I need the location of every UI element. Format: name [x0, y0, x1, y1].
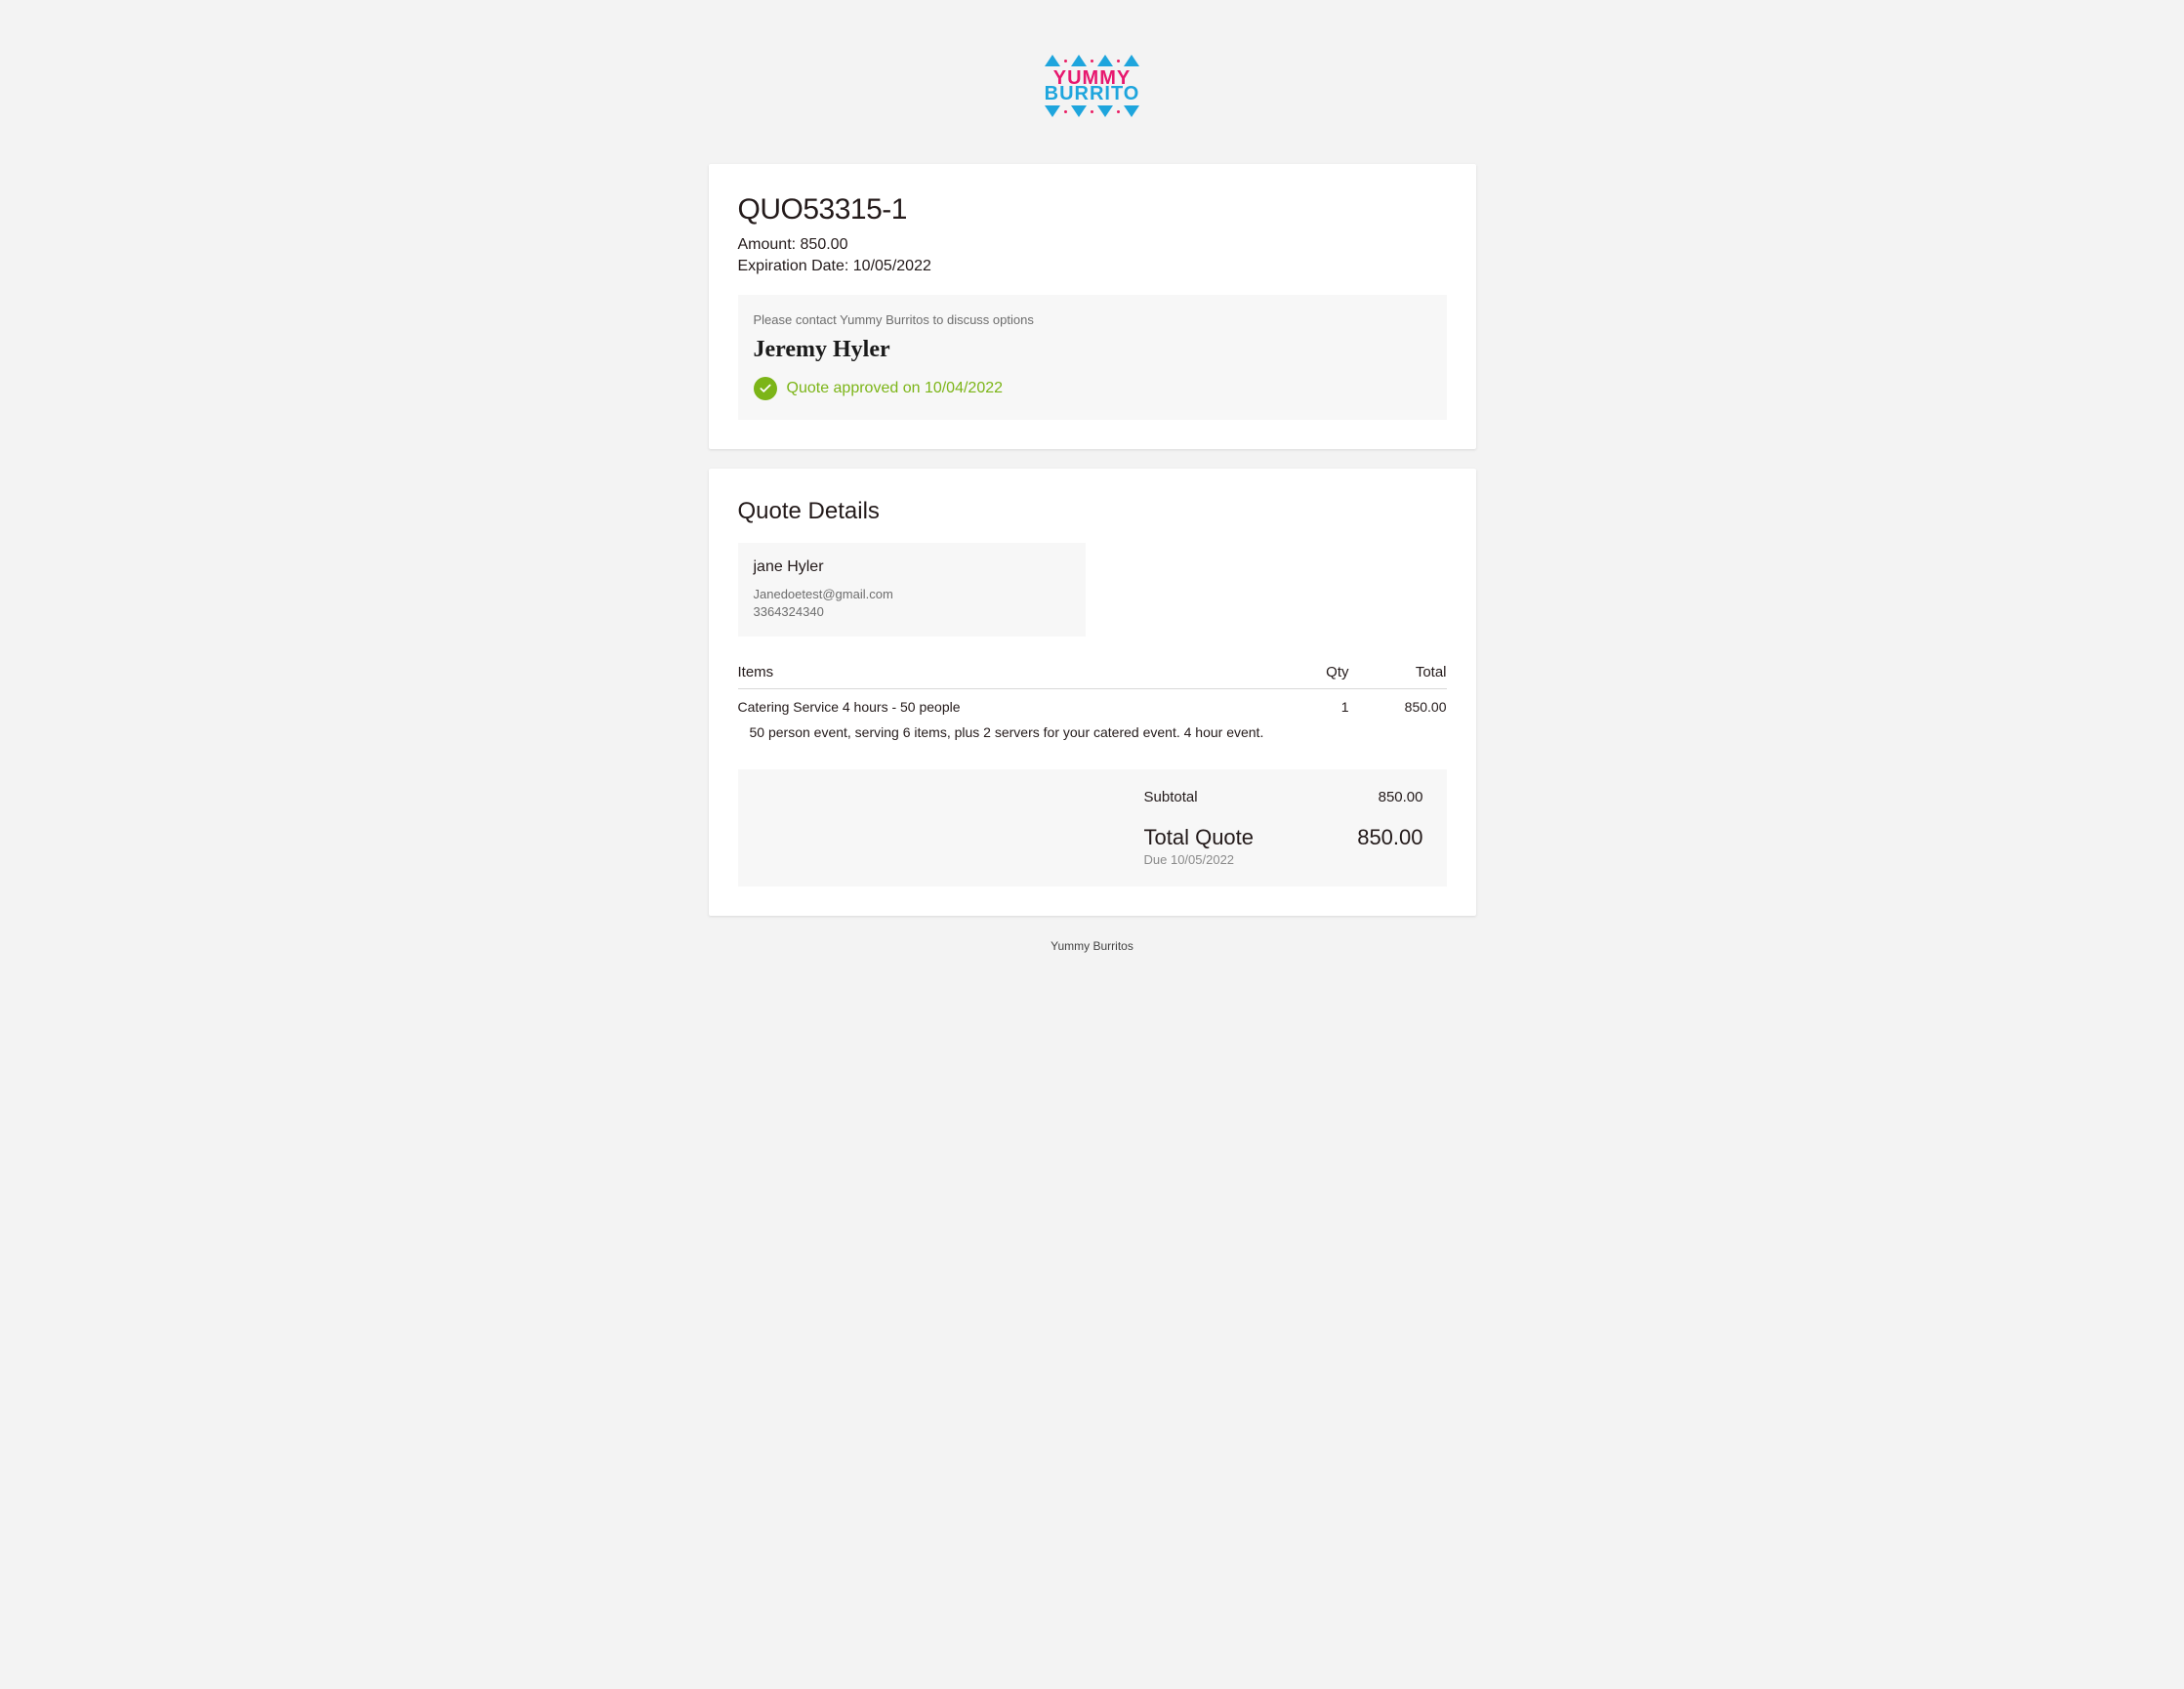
contact-note: Please contact Yummy Burritos to discuss… — [754, 312, 1431, 327]
customer-phone: 3364324340 — [754, 603, 1070, 621]
item-name: Catering Service 4 hours - 50 people — [738, 689, 1271, 716]
totals-box: Subtotal 850.00 Total Quote 850.00 Due 1… — [738, 769, 1447, 886]
total-label: Total Quote — [1144, 825, 1255, 850]
expiration-label: Expiration Date: — [738, 258, 853, 274]
item-qty: 1 — [1271, 689, 1349, 716]
customer-name: jane Hyler — [754, 558, 1070, 576]
due-line: Due 10/05/2022 — [762, 852, 1423, 867]
items-table: Items Qty Total Catering Service 4 hours… — [738, 664, 1447, 758]
col-items: Items — [738, 664, 1271, 689]
brand-name-2: BURRITO — [1045, 84, 1140, 103]
subtotal-label: Subtotal — [1144, 789, 1198, 805]
subtotal-row: Subtotal 850.00 — [762, 789, 1423, 805]
contact-box: Please contact Yummy Burritos to discuss… — [738, 295, 1447, 420]
customer-box: jane Hyler Janedoetest@gmail.com 3364324… — [738, 543, 1086, 637]
quote-expiration-line: Expiration Date: 10/05/2022 — [738, 258, 1447, 275]
total-value: 850.00 — [1357, 825, 1422, 850]
due-label: Due — [1144, 852, 1171, 867]
approved-row: Quote approved on 10/04/2022 — [754, 377, 1431, 400]
footer-text: Yummy Burritos — [709, 939, 1476, 953]
table-row: Catering Service 4 hours - 50 people 1 8… — [738, 689, 1447, 716]
quote-details-card: Quote Details jane Hyler Janedoetest@gma… — [709, 469, 1476, 916]
total-row: Total Quote 850.00 — [762, 825, 1423, 850]
quote-amount-line: Amount: 850.00 — [738, 236, 1447, 254]
amount-label: Amount: — [738, 236, 801, 253]
table-row-desc: 50 person event, serving 6 items, plus 2… — [738, 715, 1447, 758]
quote-summary-card: QUO53315-1 Amount: 850.00 Expiration Dat… — [709, 164, 1476, 449]
item-description: 50 person event, serving 6 items, plus 2… — [738, 715, 1447, 758]
quote-number: QUO53315-1 — [738, 193, 1447, 227]
approved-text: Quote approved on 10/04/2022 — [787, 380, 1004, 397]
item-total: 850.00 — [1349, 689, 1447, 716]
col-total: Total — [1349, 664, 1447, 689]
expiration-value: 10/05/2022 — [853, 258, 931, 274]
checkmark-icon — [754, 377, 777, 400]
approver-signature: Jeremy Hyler — [754, 337, 1431, 363]
subtotal-value: 850.00 — [1379, 789, 1423, 805]
col-qty: Qty — [1271, 664, 1349, 689]
customer-email: Janedoetest@gmail.com — [754, 586, 1070, 603]
brand-logo: YUMMY BURRITO — [709, 39, 1476, 133]
details-title: Quote Details — [738, 498, 1447, 525]
amount-value: 850.00 — [801, 236, 848, 253]
due-date: 10/05/2022 — [1171, 852, 1234, 867]
